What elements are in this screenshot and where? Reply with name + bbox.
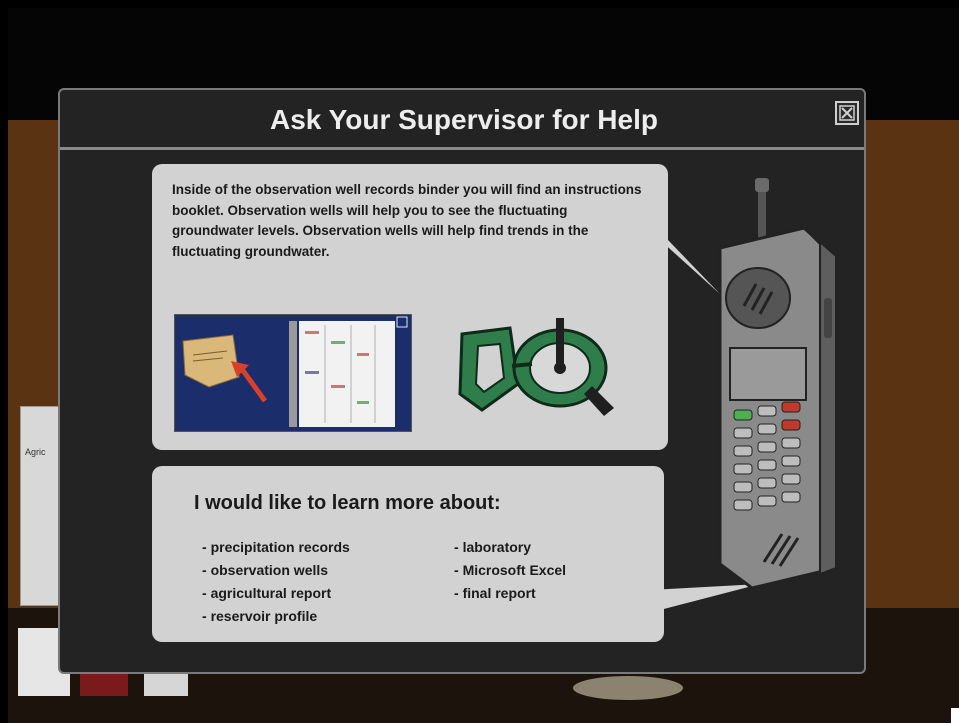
binder-illustration	[175, 315, 411, 431]
background-plate	[573, 676, 683, 700]
topic-link-precipitation-records[interactable]: precipitation records	[202, 536, 350, 559]
cell-phone-icon	[718, 178, 838, 590]
measuring-tape-image[interactable]	[452, 306, 632, 426]
help-message-text: Inside of the observation well records b…	[172, 182, 642, 259]
topic-link-laboratory[interactable]: laboratory	[454, 536, 566, 559]
message-bubble: Inside of the observation well records b…	[152, 164, 668, 450]
measuring-tape-illustration	[458, 318, 614, 416]
background-poster-label: Agric	[25, 447, 46, 457]
supervisor-help-dialog: Ask Your Supervisor for Help Inside of t…	[58, 88, 866, 674]
topic-list-left: precipitation records observation wells …	[202, 536, 350, 628]
options-bubble: I would like to learn more about: precip…	[152, 466, 664, 642]
topic-link-observation-wells[interactable]: observation wells	[202, 559, 350, 582]
topic-list-right: laboratory Microsoft Excel final report	[454, 536, 566, 605]
topic-link-reservoir-profile[interactable]: reservoir profile	[202, 605, 350, 628]
learn-more-heading: I would like to learn more about:	[194, 492, 501, 514]
topic-link-agricultural-report[interactable]: agricultural report	[202, 582, 350, 605]
topic-link-microsoft-excel[interactable]: Microsoft Excel	[454, 559, 566, 582]
binder-image[interactable]	[174, 314, 412, 432]
corner-mark	[951, 708, 959, 723]
topic-link-final-report[interactable]: final report	[454, 582, 566, 605]
